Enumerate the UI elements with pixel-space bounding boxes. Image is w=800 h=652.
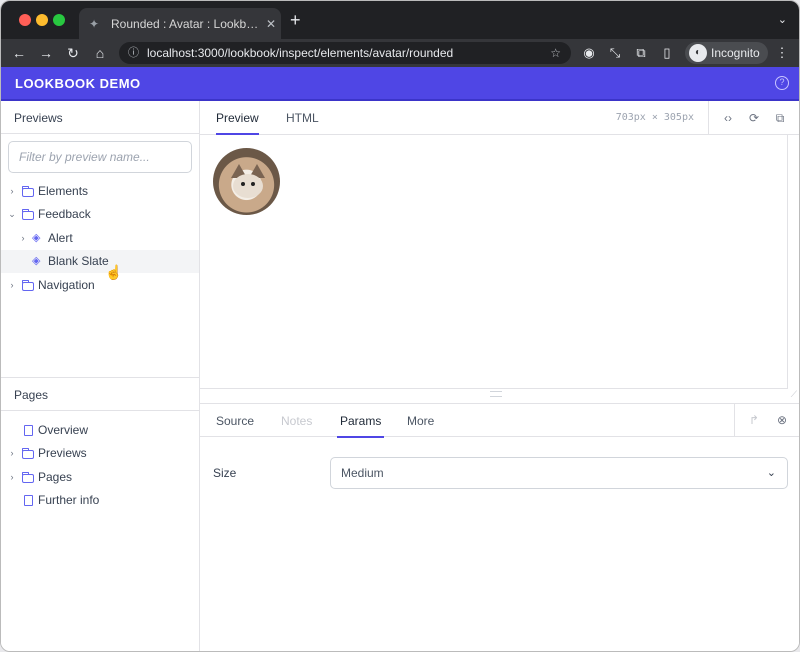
incognito-label: Incognito xyxy=(711,46,760,60)
browser-toolbar: ← → ↻ ⌂ ⓘ localhost:3000/lookbook/inspec… xyxy=(1,39,799,67)
preview-resize-handle[interactable] xyxy=(490,391,502,397)
tab-source[interactable]: Source xyxy=(216,404,254,438)
cat-eye xyxy=(241,182,245,186)
zoom-window-button[interactable] xyxy=(53,14,65,26)
tree-item-alert[interactable]: › ◈ Alert xyxy=(1,227,199,250)
tree-item-label: Feedback xyxy=(38,207,91,221)
address-bar[interactable]: ⓘ localhost:3000/lookbook/inspect/elemen… xyxy=(119,42,571,64)
toolbar-divider xyxy=(708,101,709,135)
preview-tabs: Preview HTML 703px × 305px ‹› ⟳ ⧉ xyxy=(200,101,799,135)
screenshot-extension-icon[interactable]: ⤡ xyxy=(605,43,625,63)
cat-eye xyxy=(251,182,255,186)
app-brand[interactable]: LOOKBOOK DEMO xyxy=(15,76,141,91)
resize-corner-icon[interactable]: ⟋ xyxy=(791,389,797,400)
external-link-icon[interactable]: ⧉ xyxy=(767,101,793,135)
drawer-tabs: Source Notes Params More ↱ ⊗ xyxy=(200,404,799,438)
document-icon xyxy=(24,425,33,436)
folder-icon xyxy=(22,209,34,220)
chevron-down-icon: ⌄ xyxy=(766,467,776,479)
refresh-icon[interactable]: ⟳ xyxy=(741,101,767,135)
preview-filter-input[interactable]: Filter by preview name... xyxy=(8,141,192,173)
layers-icon: ◈ xyxy=(32,255,41,267)
tree-item-feedback[interactable]: ⌄ Feedback xyxy=(1,203,199,226)
chevron-right-icon: › xyxy=(10,186,14,196)
code-icon[interactable]: ‹› xyxy=(715,101,741,135)
inspector-drawer: Source Notes Params More ↱ ⊗ Size Medium… xyxy=(200,403,799,651)
tab-search-icon[interactable]: ⌄ xyxy=(778,13,787,26)
tree-item-navigation[interactable]: › Navigation xyxy=(1,274,199,297)
back-icon[interactable]: ← xyxy=(9,43,29,63)
tree-item-label: Navigation xyxy=(38,278,95,292)
folder-icon xyxy=(22,448,34,459)
close-drawer-icon[interactable]: ⊗ xyxy=(769,404,795,437)
page-item-overview[interactable]: Overview xyxy=(1,419,199,442)
extension-icon[interactable]: ◉ xyxy=(579,43,599,63)
avatar-image xyxy=(213,148,280,215)
pointer-hand-icon: ☝ xyxy=(105,264,123,280)
tree-item-label: Blank Slate xyxy=(48,254,109,268)
forward-icon[interactable]: → xyxy=(36,43,56,63)
folder-icon xyxy=(22,280,34,291)
cat-face xyxy=(233,174,263,198)
toolbar-divider xyxy=(734,404,735,437)
document-icon xyxy=(24,495,33,506)
browser-titlebar: ✦ Rounded : Avatar : Lookbook ✕ + ⌄ xyxy=(1,1,799,39)
new-tab-icon[interactable]: + xyxy=(290,11,301,29)
chevron-right-icon: › xyxy=(10,472,14,482)
tab-preview[interactable]: Preview xyxy=(216,101,259,135)
page-item-label: Overview xyxy=(38,423,89,437)
app-header: LOOKBOOK DEMO ? xyxy=(1,67,799,101)
browser-tab[interactable]: ✦ Rounded : Avatar : Lookbook ✕ xyxy=(79,8,281,39)
pages-panel-title: Pages xyxy=(1,378,199,411)
previews-panel-title: Previews xyxy=(1,101,199,134)
page-item-further-info[interactable]: Further info xyxy=(1,489,199,512)
page-item-label: Pages xyxy=(38,470,73,484)
page-item-pages[interactable]: › Pages xyxy=(1,466,199,489)
chevron-right-icon: › xyxy=(21,233,25,243)
share-icon[interactable]: ↱ xyxy=(741,404,767,437)
minimize-window-button[interactable] xyxy=(36,14,48,26)
chevron-right-icon: › xyxy=(10,448,14,458)
tab-notes: Notes xyxy=(281,414,313,428)
home-icon[interactable]: ⌂ xyxy=(90,43,110,63)
reload-icon[interactable]: ↻ xyxy=(63,43,83,63)
close-window-button[interactable] xyxy=(19,14,31,26)
bookmark-star-icon[interactable]: ☆ xyxy=(550,42,561,64)
folder-icon xyxy=(22,186,34,197)
page-item-previews[interactable]: › Previews xyxy=(1,442,199,465)
tree-item-elements[interactable]: › Elements xyxy=(1,180,199,203)
site-info-icon[interactable]: ⓘ xyxy=(128,42,139,64)
tab-more[interactable]: More xyxy=(407,404,434,438)
tab-html[interactable]: HTML xyxy=(286,101,319,135)
layers-icon: ◈ xyxy=(32,232,41,244)
puzzle-extensions-icon[interactable]: ⧉ xyxy=(631,43,651,63)
folder-icon xyxy=(22,472,34,483)
lookbook-favicon-icon: ✦ xyxy=(89,16,100,31)
tree-item-blank-slate[interactable]: ◈ Blank Slate xyxy=(1,250,199,273)
preview-dimensions: 703px × 305px xyxy=(615,112,694,123)
browser-menu-icon[interactable]: ⋮ xyxy=(772,43,792,63)
chevron-right-icon: › xyxy=(10,280,14,290)
page-item-label: Previews xyxy=(38,446,87,460)
pages-panel: Pages Overview › Previews › Pages Furthe… xyxy=(1,377,199,651)
incognito-badge[interactable]: ◐ Incognito xyxy=(685,42,768,64)
main-panel: Preview HTML 703px × 305px ‹› ⟳ ⧉ ⟋ Sour… xyxy=(200,101,799,651)
param-size-select[interactable]: Medium ⌄ xyxy=(330,457,788,489)
preview-frame xyxy=(200,135,788,389)
tree-item-label: Alert xyxy=(48,231,73,245)
incognito-icon: ◐ xyxy=(689,44,707,62)
address-url: localhost:3000/lookbook/inspect/elements… xyxy=(147,46,454,60)
browser-tab-title: Rounded : Avatar : Lookbook xyxy=(111,16,261,31)
param-size-value: Medium xyxy=(341,466,384,480)
close-tab-icon[interactable]: ✕ xyxy=(261,17,281,31)
page-item-label: Further info xyxy=(38,493,100,507)
help-icon[interactable]: ? xyxy=(775,76,789,90)
tree-item-label: Elements xyxy=(38,184,89,198)
browser-window: ✦ Rounded : Avatar : Lookbook ✕ + ⌄ ← → … xyxy=(0,0,800,652)
tab-params[interactable]: Params xyxy=(337,404,385,438)
chevron-down-icon: ⌄ xyxy=(8,209,16,219)
sidebar: Previews Filter by preview name... › Ele… xyxy=(1,101,200,651)
side-panel-icon[interactable]: ▯ xyxy=(657,43,677,63)
param-size-label: Size xyxy=(213,466,237,480)
